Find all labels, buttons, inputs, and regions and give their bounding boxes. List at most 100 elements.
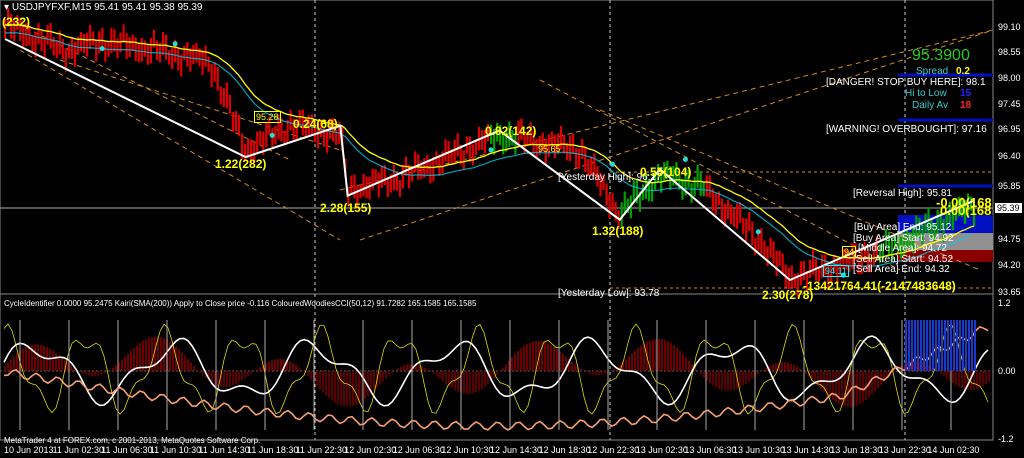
- price-bar: [462, 150, 465, 171]
- price-bar: [61, 39, 64, 60]
- zigzag-label: 0.92(142): [485, 124, 537, 138]
- signal-dot: [610, 161, 615, 167]
- osc-histogram-bar: [988, 371, 990, 382]
- osc-tick: 0.00: [998, 366, 1016, 376]
- price-bar: [86, 32, 89, 57]
- price-box: 95.65: [538, 144, 561, 154]
- price-bar: [325, 129, 329, 153]
- osc-histogram-bar: [85, 371, 87, 375]
- osc-histogram-bar: [4, 366, 6, 371]
- price-bar: [584, 146, 587, 172]
- osc-histogram-bar: [763, 369, 765, 371]
- osc-histogram-bar: [103, 371, 105, 374]
- osc-histogram-bar: [61, 357, 63, 371]
- osc-histogram-bar: [34, 344, 36, 371]
- price-bar: [790, 265, 793, 288]
- osc-histogram-bar: [874, 371, 876, 392]
- spread-label: Spread: [916, 66, 949, 77]
- osc-histogram-bar: [982, 371, 984, 387]
- price-bar: [426, 154, 429, 175]
- osc-histogram-bar: [388, 371, 390, 376]
- osc-histogram-bar: [400, 366, 402, 371]
- zigzag-label: 2.28(155): [320, 201, 372, 215]
- price-bar: [280, 118, 283, 142]
- osc-histogram-bar: [877, 371, 879, 389]
- osc-histogram-bar: [343, 371, 345, 407]
- price-bar: [73, 41, 77, 67]
- price-bar: [456, 133, 459, 157]
- price-bar: [46, 25, 49, 45]
- osc-histogram-bar: [130, 350, 132, 371]
- osc-histogram-bar: [556, 348, 558, 371]
- osc-histogram-bar: [517, 351, 519, 371]
- price-bar: [386, 177, 389, 198]
- price-bar: [733, 209, 736, 227]
- osc-histogram-bar: [406, 364, 408, 371]
- zigzag-label: -13421764.41(-2147483648): [803, 279, 956, 293]
- price-bar: [213, 62, 216, 82]
- time-tick: 11 Jun 22:30: [295, 445, 347, 455]
- osc-blue-bar: [974, 320, 976, 371]
- osc-histogram-bar: [727, 371, 729, 391]
- price-bar: [608, 193, 611, 219]
- osc-histogram-bar: [373, 371, 375, 391]
- price-bar: [192, 44, 195, 64]
- price-bar: [368, 176, 371, 200]
- price-bar: [353, 174, 356, 199]
- price-bar: [708, 175, 711, 198]
- price-bar: [195, 42, 198, 63]
- osc-histogram-bar: [223, 371, 225, 387]
- osc-histogram-bar: [268, 361, 270, 371]
- osc-histogram-bar: [958, 371, 960, 387]
- price-bar: [793, 273, 796, 289]
- osc-histogram-bar: [748, 371, 750, 382]
- osc-histogram-bar: [730, 371, 732, 391]
- osc-histogram-bar: [964, 371, 966, 390]
- osc-histogram-bar: [334, 371, 336, 403]
- price-bar: [429, 160, 432, 184]
- price-bar: [799, 261, 803, 286]
- zigzag-label: (232): [2, 15, 31, 29]
- osc-tick: -1.2: [998, 434, 1014, 444]
- time-tick: 14 Jun 02:30: [927, 445, 980, 455]
- osc-histogram-bar: [391, 371, 393, 374]
- osc-histogram-bar: [292, 362, 294, 371]
- osc-histogram-bar: [430, 371, 432, 372]
- price-bar: [705, 175, 708, 198]
- osc-blue-bar: [917, 320, 919, 371]
- osc-histogram-bar: [145, 339, 147, 371]
- price-tick: 95.85: [998, 181, 1021, 191]
- osc-blue-bar: [920, 320, 922, 371]
- osc-histogram-bar: [349, 371, 351, 407]
- osc-histogram-bar: [319, 371, 321, 390]
- osc-histogram-bar: [550, 344, 552, 371]
- time-tick: 12 Jun 02:30: [344, 445, 397, 455]
- osc-histogram-bar: [784, 362, 786, 371]
- price-bar: [775, 250, 778, 277]
- osc-histogram-bar: [193, 366, 195, 371]
- price-bar: [98, 31, 101, 54]
- osc-histogram-bar: [346, 371, 348, 407]
- osc-histogram-bar: [979, 371, 981, 388]
- osc-histogram-bar: [457, 371, 459, 392]
- price-bar: [177, 48, 180, 71]
- time-tick: 11 Jun 10:30: [149, 445, 202, 455]
- osc-histogram-bar: [775, 363, 777, 371]
- price-bar: [781, 253, 784, 275]
- osc-histogram-bar: [295, 364, 297, 371]
- osc-histogram-bar: [10, 359, 12, 371]
- price-bar: [720, 198, 724, 224]
- price-box: 94: [842, 246, 857, 258]
- price-bar: [43, 37, 46, 58]
- osc-blue-bar: [959, 320, 961, 371]
- osc-histogram-bar: [637, 348, 639, 371]
- osc-histogram-bar: [235, 371, 237, 385]
- osc-histogram-bar: [793, 364, 795, 371]
- osc-histogram-bar: [895, 369, 897, 371]
- osc-histogram-bar: [55, 352, 57, 371]
- time-tick: 10 Jun 2013: [4, 445, 54, 455]
- osc-histogram-bar: [271, 360, 273, 371]
- osc-histogram-bar: [181, 352, 183, 371]
- price-bar: [265, 122, 268, 147]
- dropdown-icon[interactable]: ▾: [4, 2, 12, 13]
